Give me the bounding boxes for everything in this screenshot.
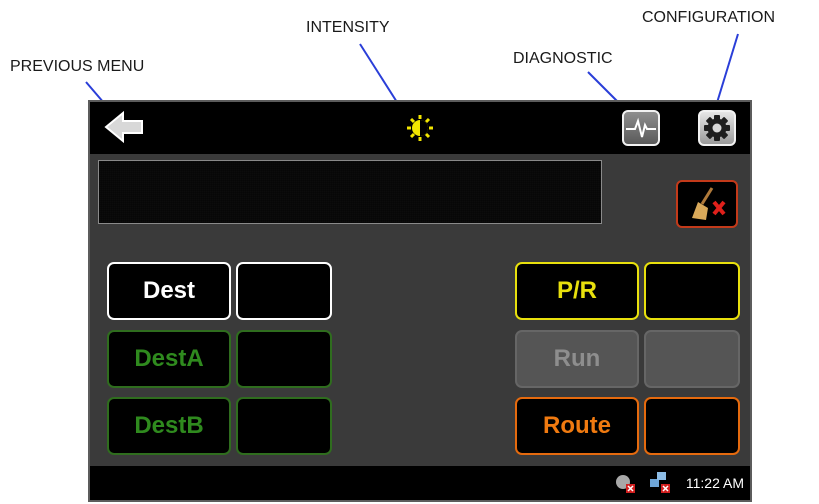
- broom-clear-icon: [692, 187, 726, 220]
- configuration-button[interactable]: [698, 110, 736, 146]
- pr-key[interactable]: P/R: [515, 262, 639, 320]
- gear-icon: [704, 115, 730, 141]
- diagnostic-button[interactable]: [622, 110, 660, 146]
- callout-configuration: CONFIGURATION: [642, 9, 776, 26]
- route-key[interactable]: Route: [515, 397, 639, 455]
- callout-diagnostic: DIAGNOSTIC: [513, 50, 613, 67]
- status-bar: 11:22 AM: [90, 466, 750, 500]
- network-disconnected-icon[interactable]: [648, 470, 672, 499]
- clear-button[interactable]: [676, 180, 738, 228]
- route-value-field[interactable]: [644, 397, 740, 455]
- network-error-icon[interactable]: [614, 472, 636, 499]
- message-display: [98, 160, 602, 224]
- run-key[interactable]: Run: [515, 330, 639, 388]
- pr-value-field[interactable]: [644, 262, 740, 320]
- dest-key[interactable]: Dest: [107, 262, 231, 320]
- desta-key[interactable]: DestA: [107, 330, 231, 388]
- run-value-field[interactable]: [644, 330, 740, 388]
- desta-value-field[interactable]: [236, 330, 332, 388]
- destb-key[interactable]: DestB: [107, 397, 231, 455]
- top-toolbar: [90, 102, 750, 154]
- callout-previous-menu: PREVIOUS MENU: [10, 58, 145, 75]
- dest-value-field[interactable]: [236, 262, 332, 320]
- device-screen: Dest DestA DestB P/R Run Route 11:22 AM: [88, 100, 752, 502]
- heartbeat-icon: [626, 117, 656, 138]
- callout-intensity: INTENSITY: [306, 19, 390, 36]
- brightness-icon[interactable]: [406, 114, 434, 142]
- back-arrow-icon[interactable]: [104, 110, 146, 144]
- clock: 11:22 AM: [685, 475, 744, 491]
- leader-configuration: [715, 33, 739, 107]
- destb-value-field[interactable]: [236, 397, 332, 455]
